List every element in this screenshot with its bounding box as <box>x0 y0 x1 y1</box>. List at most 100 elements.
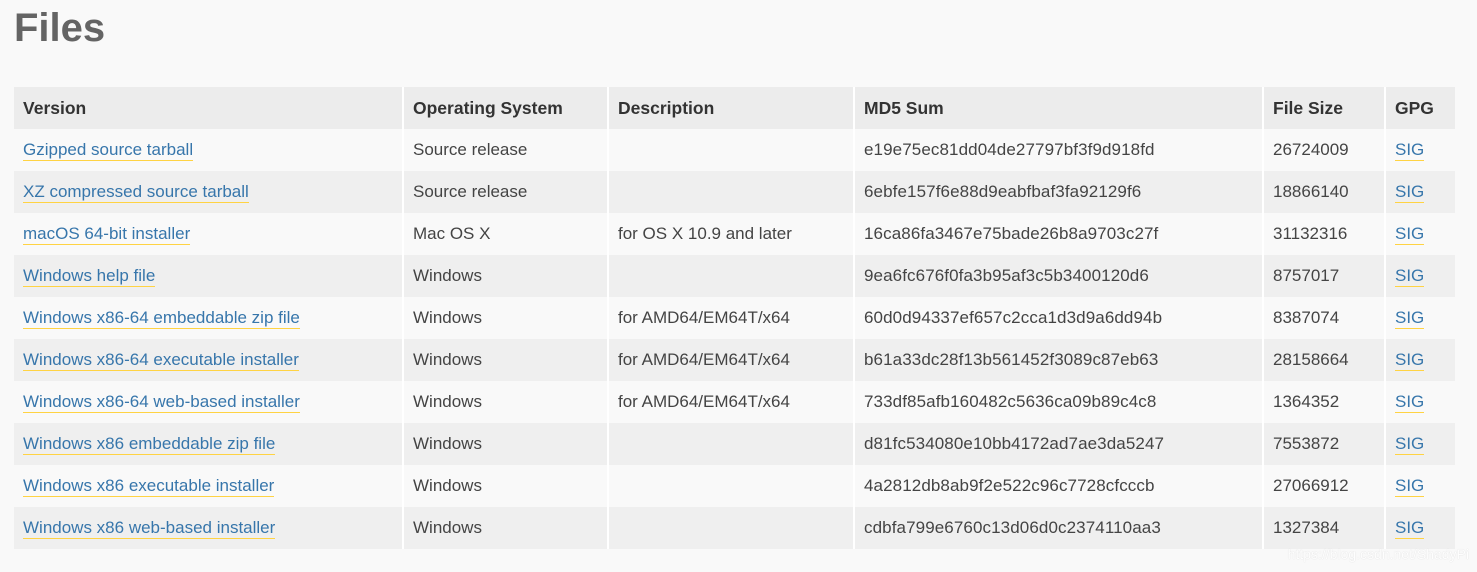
table-cell-description <box>608 423 855 465</box>
table-cell-version: Windows x86-64 embeddable zip file <box>14 297 404 339</box>
table-cell-description: for AMD64/EM64T/x64 <box>608 297 855 339</box>
table-cell-version: Gzipped source tarball <box>14 129 404 171</box>
version-link[interactable]: Windows x86 embeddable zip file <box>23 434 276 455</box>
table-row: Windows x86-64 embeddable zip file Window… <box>14 297 1455 339</box>
operating-system-cell: Windows <box>413 392 482 411</box>
table-cell-size: 1327384 <box>1263 507 1386 549</box>
gpg-signature-link[interactable]: SIG <box>1395 224 1425 245</box>
table-row: macOS 64-bit installer Mac OS X for OS X 1… <box>14 213 1455 255</box>
table-cell-os: Source release <box>403 171 609 213</box>
md5-sum-cell: 733df85afb160482c5636ca09b89c4c8 <box>864 392 1157 411</box>
table-cell-md5: cdbfa799e6760c13d06d0c2374110aa3 <box>854 507 1264 549</box>
version-link[interactable]: macOS 64-bit installer <box>23 224 191 245</box>
header-row: Version Operating System Description MD5… <box>14 87 1455 129</box>
table-row: Gzipped source tarball Source release e19e… <box>14 129 1455 171</box>
table-cell-gpg: SIG <box>1385 255 1455 297</box>
operating-system-cell: Source release <box>413 140 528 159</box>
md5-sum-cell: 4a2812db8ab9f2e522c96c7728cfcccb <box>864 476 1155 495</box>
gpg-signature-link[interactable]: SIG <box>1395 308 1425 329</box>
column-header-version: Version <box>14 87 404 129</box>
table-cell-md5: b61a33dc28f13b561452f3089c87eb63 <box>854 339 1264 381</box>
version-link[interactable]: Gzipped source tarball <box>23 140 194 161</box>
table-cell-size: 26724009 <box>1263 129 1386 171</box>
table-cell-os: Windows <box>403 507 609 549</box>
table-cell-gpg: SIG <box>1385 381 1455 423</box>
file-size-cell: 31132316 <box>1273 224 1348 243</box>
table-cell-description <box>608 465 855 507</box>
table-cell-description: for AMD64/EM64T/x64 <box>608 381 855 423</box>
description-cell: for AMD64/EM64T/x64 <box>618 308 790 327</box>
version-link[interactable]: Windows x86-64 embeddable zip file <box>23 308 300 329</box>
operating-system-cell: Mac OS X <box>413 224 491 243</box>
table-cell-version: Windows help file <box>14 255 404 297</box>
page-title: Files <box>14 6 106 50</box>
table-cell-gpg: SIG <box>1385 507 1455 549</box>
version-link[interactable]: Windows x86-64 executable installer <box>23 350 299 371</box>
table-cell-description <box>608 507 855 549</box>
table-cell-os: Mac OS X <box>403 213 609 255</box>
md5-sum-cell: d81fc534080e10bb4172ad7ae3da5247 <box>864 434 1165 453</box>
files-table-body: Gzipped source tarball Source release e19e… <box>14 129 1455 549</box>
table-row: XZ compressed source tarball Source relea… <box>14 171 1455 213</box>
table-cell-description: for OS X 10.9 and later <box>608 213 855 255</box>
table-cell-size: 1364352 <box>1263 381 1386 423</box>
table-cell-os: Windows <box>403 255 609 297</box>
table-row: Windows x86 embeddable zip file Windows d8… <box>14 423 1455 465</box>
table-cell-version: Windows x86-64 executable installer <box>14 339 404 381</box>
version-link[interactable]: Windows x86 web-based installer <box>23 518 276 539</box>
table-row: Windows help file Windows 9ea6fc676f0fa3b9… <box>14 255 1455 297</box>
description-cell: for AMD64/EM64T/x64 <box>618 392 790 411</box>
table-cell-version: Windows x86-64 web-based installer <box>14 381 404 423</box>
table-cell-size: 31132316 <box>1263 213 1386 255</box>
file-size-cell: 28158664 <box>1273 350 1349 369</box>
table-row: Windows x86 executable installer Windows 4… <box>14 465 1455 507</box>
version-link[interactable]: Windows x86-64 web-based installer <box>23 392 300 413</box>
version-link[interactable]: XZ compressed source tarball <box>23 182 249 203</box>
table-cell-version: Windows x86 executable installer <box>14 465 404 507</box>
version-link[interactable]: Windows help file <box>23 266 156 287</box>
table-cell-os: Windows <box>403 465 609 507</box>
column-header-md5-sum: MD5 Sum <box>854 87 1264 129</box>
md5-sum-cell: 9ea6fc676f0fa3b95af3c5b3400120d6 <box>864 266 1149 285</box>
operating-system-cell: Windows <box>413 266 482 285</box>
table-cell-gpg: SIG <box>1385 129 1455 171</box>
gpg-signature-link[interactable]: SIG <box>1395 266 1425 287</box>
md5-sum-cell: e19e75ec81dd04de27797bf3f9d918fd <box>864 140 1155 159</box>
table-cell-gpg: SIG <box>1385 171 1455 213</box>
table-cell-md5: d81fc534080e10bb4172ad7ae3da5247 <box>854 423 1264 465</box>
file-size-cell: 1327384 <box>1273 518 1340 537</box>
file-size-cell: 26724009 <box>1273 140 1349 159</box>
downloads-page: Files Version Operating System Descripti… <box>0 0 1477 572</box>
column-header-operating-system: Operating System <box>403 87 609 129</box>
table-cell-description <box>608 171 855 213</box>
table-row: Windows x86 web-based installer Windows cd… <box>14 507 1455 549</box>
file-size-cell: 1364352 <box>1273 392 1340 411</box>
operating-system-cell: Windows <box>413 434 482 453</box>
md5-sum-cell: 16ca86fa3467e75bade26b8a9703c27f <box>864 224 1159 243</box>
table-cell-gpg: SIG <box>1385 297 1455 339</box>
gpg-signature-link[interactable]: SIG <box>1395 350 1425 371</box>
gpg-signature-link[interactable]: SIG <box>1395 140 1425 161</box>
file-size-cell: 8387074 <box>1273 308 1340 327</box>
table-cell-md5: 733df85afb160482c5636ca09b89c4c8 <box>854 381 1264 423</box>
table-cell-size: 8387074 <box>1263 297 1386 339</box>
column-header-gpg: GPG <box>1385 87 1455 129</box>
gpg-signature-link[interactable]: SIG <box>1395 518 1425 539</box>
gpg-signature-link[interactable]: SIG <box>1395 434 1425 455</box>
table-cell-os: Windows <box>403 381 609 423</box>
version-link[interactable]: Windows x86 executable installer <box>23 476 275 497</box>
table-cell-version: XZ compressed source tarball <box>14 171 404 213</box>
table-cell-size: 18866140 <box>1263 171 1386 213</box>
table-cell-os: Windows <box>403 339 609 381</box>
table-cell-os: Windows <box>403 423 609 465</box>
column-header-description: Description <box>608 87 855 129</box>
gpg-signature-link[interactable]: SIG <box>1395 182 1425 203</box>
gpg-signature-link[interactable]: SIG <box>1395 476 1425 497</box>
files-table: Version Operating System Description MD5… <box>14 87 1455 549</box>
table-cell-version: Windows x86 embeddable zip file <box>14 423 404 465</box>
description-cell: for OS X 10.9 and later <box>618 224 792 243</box>
gpg-signature-link[interactable]: SIG <box>1395 392 1425 413</box>
table-cell-description <box>608 129 855 171</box>
table-cell-size: 27066912 <box>1263 465 1386 507</box>
table-cell-md5: 9ea6fc676f0fa3b95af3c5b3400120d6 <box>854 255 1264 297</box>
